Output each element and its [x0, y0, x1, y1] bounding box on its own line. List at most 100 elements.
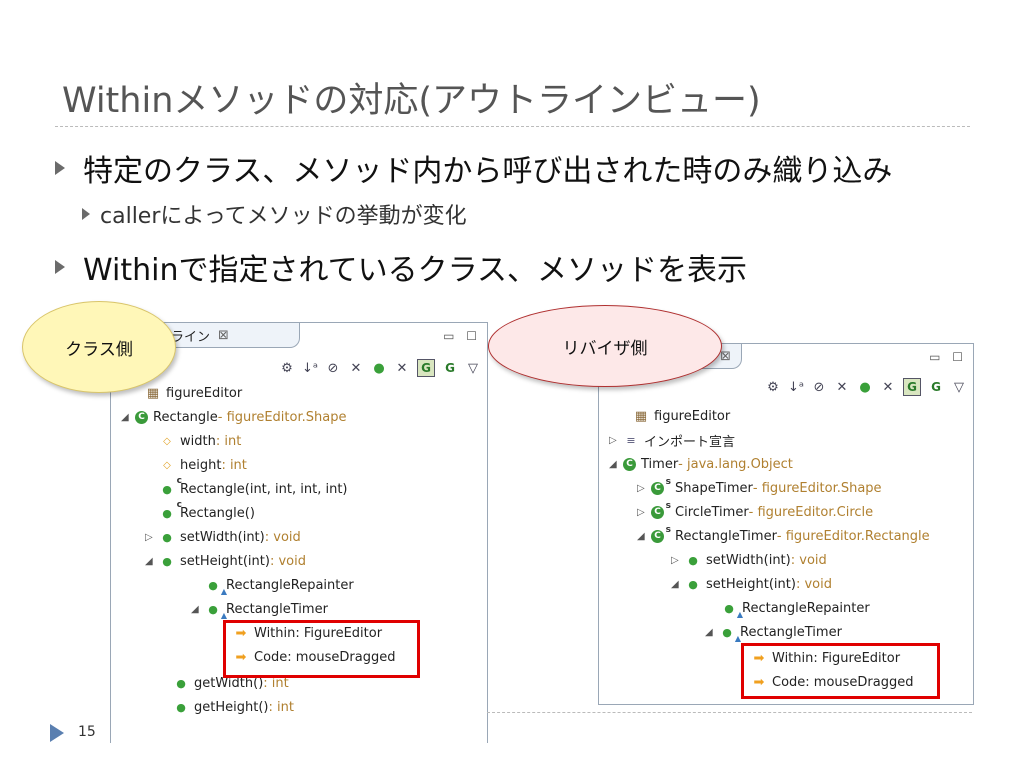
expand-down-icon[interactable]: ◢ — [121, 412, 135, 423]
bullet-2: Withinで指定されているクラス、メソッドを表示 — [55, 245, 747, 289]
hide-nonpublic-icon[interactable]: ● — [371, 360, 387, 376]
static-class-icon: Cs — [651, 525, 671, 543]
bullet-1-sub: callerによってメソッドの挙動が変化 — [82, 198, 467, 230]
constructor-icon: ● c — [162, 476, 182, 496]
tree-item[interactable]: ◢ ● ▲ RectangleTimer — [191, 599, 328, 621]
hide-local-types-icon[interactable]: ✕ — [880, 379, 896, 395]
hide-fields-icon[interactable]: ⊘ — [325, 360, 341, 376]
expand-right-icon[interactable]: ▷ — [671, 555, 685, 566]
method-icon: ● — [688, 577, 698, 591]
reviser-side-bubble: リバイザ側 — [488, 305, 722, 387]
tree-item[interactable]: ◇ width : int — [159, 431, 241, 451]
expand-down-icon[interactable]: ◢ — [191, 604, 205, 615]
tree-item[interactable]: ▷ Cs ShapeTimer - figureEditor.Shape — [637, 477, 882, 498]
tree-item[interactable]: ▷ ≡ インポート宣言 — [609, 430, 735, 450]
hide-local-types-icon[interactable]: ✕ — [394, 360, 410, 376]
outline-view-reviser: ⊠ ▭ ☐ ⚙ ↓ᵃ ⊘ ✕ ● ✕ G G ▽ ▦ figureEditor … — [598, 343, 974, 705]
static-class-icon: Cs — [651, 477, 671, 495]
bullet-1-text: 特定のクラス、メソッド内から呼び出された時のみ織り込み — [83, 154, 893, 189]
import-icon: ≡ — [626, 433, 636, 447]
tree-item[interactable]: ▷ ● setWidth(int) : void — [145, 527, 301, 547]
hide-nonpublic-icon[interactable]: ● — [857, 379, 873, 395]
expand-right-icon[interactable]: ▷ — [609, 435, 623, 446]
toggle-g2-icon[interactable]: G — [928, 379, 944, 395]
package-icon: ▦ — [634, 408, 648, 424]
tree-item[interactable]: ● c Rectangle() — [159, 500, 255, 523]
outline-toolbar: ⚙ ↓ᵃ ⊘ ✕ ● ✕ G G ▽ — [279, 359, 481, 377]
package-icon: ▦ — [146, 385, 160, 401]
expand-down-icon[interactable]: ◢ — [145, 556, 159, 567]
advised-method-icon: ● ▲ — [724, 601, 743, 620]
expand-down-icon[interactable]: ◢ — [705, 627, 719, 638]
static-class-icon: Cs — [651, 501, 671, 519]
page-number: 15 — [78, 724, 96, 740]
method-icon: ● — [176, 676, 186, 690]
expand-down-icon[interactable]: ◢ — [609, 459, 623, 470]
field-icon: ◇ — [163, 435, 171, 447]
bullet-2-text: Withinで指定されているクラス、メソッドを表示 — [83, 253, 747, 288]
tree-item[interactable]: ● getHeight() : int — [173, 697, 294, 717]
tree-item[interactable]: ▷ Cs CircleTimer - figureEditor.Circle — [637, 501, 873, 522]
tree-item[interactable]: ● ▲ RectangleRepainter — [205, 575, 354, 597]
tree-item[interactable]: ● c Rectangle(int, int, int, int) — [159, 476, 347, 499]
window-controls[interactable]: ▭ ☐ — [443, 329, 481, 343]
expand-right-icon[interactable]: ▷ — [637, 507, 651, 518]
focus-icon[interactable]: ⚙ — [765, 379, 781, 395]
view-menu-icon[interactable]: ▽ — [951, 379, 967, 395]
page-marker-icon — [50, 724, 64, 742]
constructor-icon: ● c — [162, 500, 182, 520]
view-menu-icon[interactable]: ▽ — [465, 360, 481, 376]
toggle-g-icon[interactable]: G — [903, 378, 921, 396]
class-icon: C — [135, 410, 148, 424]
tree-item[interactable]: ◢ C Timer - java.lang.Object — [609, 454, 793, 474]
class-side-bubble: クラス側 — [22, 301, 176, 393]
method-icon: ● — [688, 553, 698, 567]
tree-item[interactable]: ▷ ● setWidth(int) : void — [671, 550, 827, 570]
tree-item[interactable]: ◢ ● setHeight(int) : void — [671, 574, 832, 594]
hide-fields-icon[interactable]: ⊘ — [811, 379, 827, 395]
bullet-1: 特定のクラス、メソッド内から呼び出された時のみ織り込み — [55, 146, 892, 190]
tree-item[interactable]: ● ▲ RectangleRepainter — [721, 598, 870, 620]
highlight-box — [223, 620, 420, 678]
tree-item[interactable]: ◇ height : int — [159, 455, 247, 475]
expand-right-icon[interactable]: ▷ — [145, 532, 159, 543]
bullet-triangle-icon — [55, 260, 65, 274]
tree-item[interactable]: ◢ ● ▲ RectangleTimer — [705, 622, 842, 644]
slide-title: Withinメソッドの対応(アウトラインビュー) — [62, 81, 761, 121]
bullet-triangle-icon — [55, 161, 65, 175]
hide-static-icon[interactable]: ✕ — [834, 379, 850, 395]
tab-label: ライン — [171, 329, 211, 345]
sort-az-icon[interactable]: ↓ᵃ — [302, 360, 318, 376]
method-icon: ● — [162, 554, 172, 568]
class-icon: C — [623, 457, 636, 471]
toggle-g-icon[interactable]: G — [417, 359, 435, 377]
method-icon: ● — [162, 530, 172, 544]
bullet-1-sub-text: callerによってメソッドの挙動が変化 — [100, 204, 467, 229]
outline-toolbar: ⚙ ↓ᵃ ⊘ ✕ ● ✕ G G ▽ — [765, 378, 967, 396]
expand-down-icon[interactable]: ◢ — [637, 531, 651, 542]
hide-static-icon[interactable]: ✕ — [348, 360, 364, 376]
advised-method-icon: ● ▲ — [208, 578, 227, 597]
tree-item[interactable]: ▦ figureEditor — [131, 383, 242, 403]
tree-item[interactable]: ◢ ● setHeight(int) : void — [145, 551, 306, 571]
expand-right-icon[interactable]: ▷ — [637, 483, 651, 494]
method-icon: ● — [176, 700, 186, 714]
field-icon: ◇ — [163, 459, 171, 471]
title-divider — [55, 126, 970, 127]
outline-view-class: ライン ⊠ ▭ ☐ ⚙ ↓ᵃ ⊘ ✕ ● ✕ G G ▽ ▦ figureEdi… — [110, 322, 488, 743]
tree-item[interactable]: ▦ figureEditor — [619, 406, 730, 426]
highlight-box — [741, 643, 940, 699]
footer-divider — [487, 712, 972, 713]
focus-icon[interactable]: ⚙ — [279, 360, 295, 376]
expand-down-icon[interactable]: ◢ — [671, 579, 685, 590]
close-icon[interactable]: ⊠ — [218, 328, 229, 343]
toggle-g2-icon[interactable]: G — [442, 360, 458, 376]
tree-item[interactable]: ◢ C Rectangle - figureEditor.Shape — [121, 407, 346, 427]
advised-method-icon: ● ▲ — [208, 602, 227, 621]
tree-item[interactable]: ◢ Cs RectangleTimer - figureEditor.Rectan… — [637, 525, 930, 546]
bullet-triangle-icon — [82, 208, 90, 220]
sort-az-icon[interactable]: ↓ᵃ — [788, 379, 804, 395]
close-icon[interactable]: ⊠ — [720, 349, 731, 364]
advised-method-icon: ● ▲ — [722, 625, 741, 644]
window-controls[interactable]: ▭ ☐ — [929, 350, 967, 364]
